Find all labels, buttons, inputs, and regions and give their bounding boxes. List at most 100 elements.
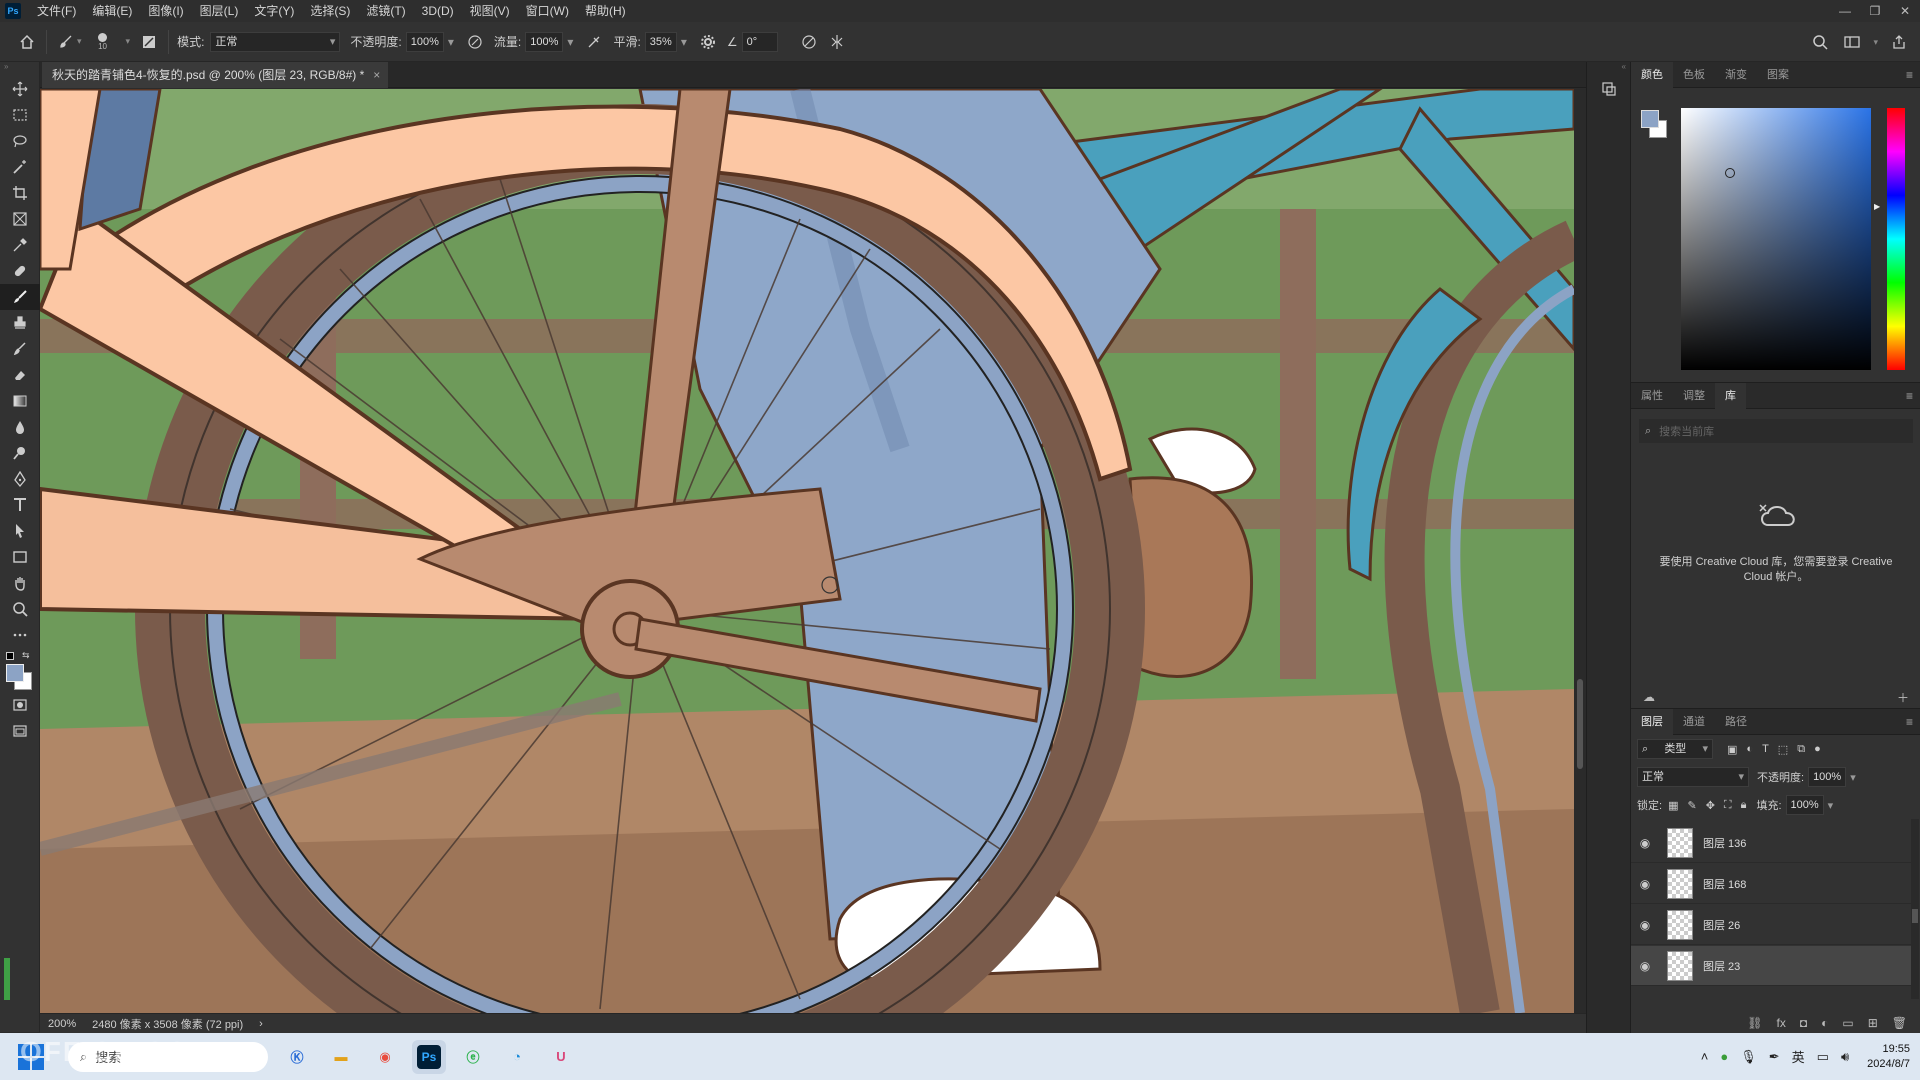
panel-menu-icon[interactable]: ≡: [1906, 62, 1913, 88]
volume-icon[interactable]: 🔊︎: [1841, 1049, 1849, 1065]
menu-3d[interactable]: 3D(D): [414, 0, 462, 22]
document-tab[interactable]: 秋天的踏青铺色4-恢复的.psd @ 200% (图层 23, RGB/8#) …: [42, 62, 389, 88]
menu-help[interactable]: 帮助(H): [577, 0, 634, 22]
restore-button[interactable]: ❐: [1860, 0, 1890, 22]
menu-type[interactable]: 文字(Y): [246, 0, 302, 22]
brush-settings-icon[interactable]: [138, 31, 160, 53]
symmetry-icon[interactable]: [826, 31, 848, 53]
blend-mode-select[interactable]: 正常 ▾: [1637, 767, 1749, 787]
eye-icon[interactable]: ◉: [1631, 918, 1659, 932]
edge-browser-icon[interactable]: ◔: [500, 1040, 534, 1074]
app-k-icon[interactable]: Ⓚ: [280, 1040, 314, 1074]
filter-toggle-icon[interactable]: ●: [1814, 743, 1821, 756]
chevron-down-icon[interactable]: ▾: [1828, 799, 1834, 812]
zoom-level[interactable]: 200%: [40, 1018, 84, 1030]
tab-channels[interactable]: 通道: [1673, 709, 1715, 735]
lock-pixels-icon[interactable]: ✎: [1687, 799, 1696, 812]
panel-menu-icon[interactable]: ≡: [1906, 709, 1913, 735]
marquee-tool-icon[interactable]: [0, 102, 40, 128]
tab-gradients[interactable]: 渐变: [1715, 62, 1757, 88]
crop-tool-icon[interactable]: [0, 180, 40, 206]
minimize-button[interactable]: —: [1830, 0, 1860, 22]
layer-opacity-input[interactable]: 100%: [1808, 767, 1847, 787]
link-layers-icon[interactable]: ⛓: [1747, 1016, 1762, 1030]
swap-colors-icon[interactable]: ⇆: [22, 650, 30, 661]
brush-tool-preset-icon[interactable]: [55, 31, 77, 53]
layer-name[interactable]: 图层 168: [1703, 876, 1746, 892]
file-explorer-icon[interactable]: ▬: [324, 1040, 358, 1074]
pen-tool-icon[interactable]: [0, 466, 40, 492]
tab-patterns[interactable]: 图案: [1757, 62, 1799, 88]
healing-brush-tool-icon[interactable]: [0, 258, 40, 284]
layer-name[interactable]: 图层 136: [1703, 835, 1746, 851]
frame-tool-icon[interactable]: [0, 206, 40, 232]
share-icon[interactable]: [1888, 31, 1910, 53]
ime-indicator[interactable]: 英: [1792, 1047, 1805, 1066]
clone-stamp-tool-icon[interactable]: [0, 310, 40, 336]
library-search-input[interactable]: ⌕ 搜索当前库: [1639, 419, 1913, 443]
smoothing-input[interactable]: 35%: [644, 31, 677, 52]
chevron-up-icon[interactable]: ˄: [1701, 1049, 1709, 1064]
foreground-color-swatch[interactable]: [6, 664, 24, 682]
eye-icon[interactable]: ◉: [1631, 877, 1659, 891]
opacity-input[interactable]: 100%: [405, 31, 444, 52]
layer-row-selected[interactable]: ◉ 图层 23: [1631, 946, 1911, 986]
tray-app-icon[interactable]: ●: [1720, 1049, 1728, 1064]
panel-menu-icon[interactable]: ≡: [1906, 383, 1913, 409]
angle-input[interactable]: 0°: [741, 31, 778, 52]
lock-transparency-icon[interactable]: ▦: [1668, 799, 1678, 812]
menu-filter[interactable]: 滤镜(T): [358, 0, 413, 22]
chevron-down-icon[interactable]: ▾: [1873, 37, 1878, 48]
default-colors-icon[interactable]: [6, 652, 14, 660]
tab-paths[interactable]: 路径: [1715, 709, 1757, 735]
browser-color-icon[interactable]: ◉: [368, 1040, 402, 1074]
tab-color[interactable]: 颜色: [1631, 61, 1673, 88]
menu-view[interactable]: 视图(V): [462, 0, 518, 22]
more-tools-icon[interactable]: [0, 622, 40, 648]
quick-mask-icon[interactable]: [0, 692, 40, 718]
menu-layer[interactable]: 图层(L): [192, 0, 247, 22]
layer-row[interactable]: ◉ 图层 168: [1631, 864, 1911, 904]
layers-scrollbar[interactable]: [1911, 819, 1919, 999]
microphone-icon[interactable]: 🎙︎: [1740, 1049, 1757, 1065]
airbrush-icon[interactable]: [583, 31, 605, 53]
foreground-color-swatch[interactable]: [1641, 110, 1659, 128]
layer-style-icon[interactable]: fx: [1777, 1016, 1786, 1030]
browser-e-green-icon[interactable]: ⓔ: [456, 1040, 490, 1074]
photoshop-taskbar-icon[interactable]: Ps: [412, 1039, 446, 1074]
search-icon[interactable]: [1809, 31, 1831, 53]
status-arrow-icon[interactable]: ›: [251, 1018, 271, 1030]
pressure-opacity-icon[interactable]: [464, 31, 486, 53]
type-layer-filter-icon[interactable]: T: [1762, 743, 1769, 756]
history-panel-icon[interactable]: [1587, 76, 1631, 102]
gear-icon[interactable]: [697, 31, 719, 53]
tab-swatches[interactable]: 色板: [1673, 62, 1715, 88]
network-icon[interactable]: ▭: [1817, 1049, 1829, 1065]
pixel-layer-filter-icon[interactable]: ▣: [1727, 743, 1737, 756]
path-selection-tool-icon[interactable]: [0, 518, 40, 544]
delete-layer-icon[interactable]: 🗑︎: [1892, 1016, 1907, 1030]
layer-name[interactable]: 图层 26: [1703, 917, 1740, 933]
gradient-tool-icon[interactable]: [0, 388, 40, 414]
blur-tool-icon[interactable]: [0, 414, 40, 440]
type-tool-icon[interactable]: [0, 492, 40, 518]
scrollbar-thumb[interactable]: [1912, 909, 1918, 923]
chevron-down-icon[interactable]: ▾: [126, 36, 131, 47]
collapse-arrows-icon[interactable]: «: [1587, 62, 1630, 76]
zoom-tool-icon[interactable]: [0, 596, 40, 622]
chevron-down-icon[interactable]: ▾: [681, 35, 687, 49]
lock-position-icon[interactable]: ✥: [1706, 799, 1715, 812]
eye-icon[interactable]: ◉: [1631, 836, 1659, 850]
workspace-icon[interactable]: [1841, 31, 1863, 53]
rectangle-tool-icon[interactable]: [0, 544, 40, 570]
clock[interactable]: 19:55 2024/8/7: [1867, 1042, 1910, 1072]
shape-layer-filter-icon[interactable]: ⬚: [1778, 743, 1788, 756]
screen-mode-icon[interactable]: [0, 718, 40, 744]
brush-tool-icon[interactable]: [0, 284, 40, 310]
menu-select[interactable]: 选择(S): [302, 0, 358, 22]
color-field[interactable]: [1681, 108, 1871, 370]
color-picker-handle[interactable]: [1725, 168, 1735, 178]
lasso-tool-icon[interactable]: [0, 128, 40, 154]
menu-file[interactable]: 文件(F): [29, 0, 84, 22]
chevron-down-icon[interactable]: ▾: [567, 35, 573, 49]
